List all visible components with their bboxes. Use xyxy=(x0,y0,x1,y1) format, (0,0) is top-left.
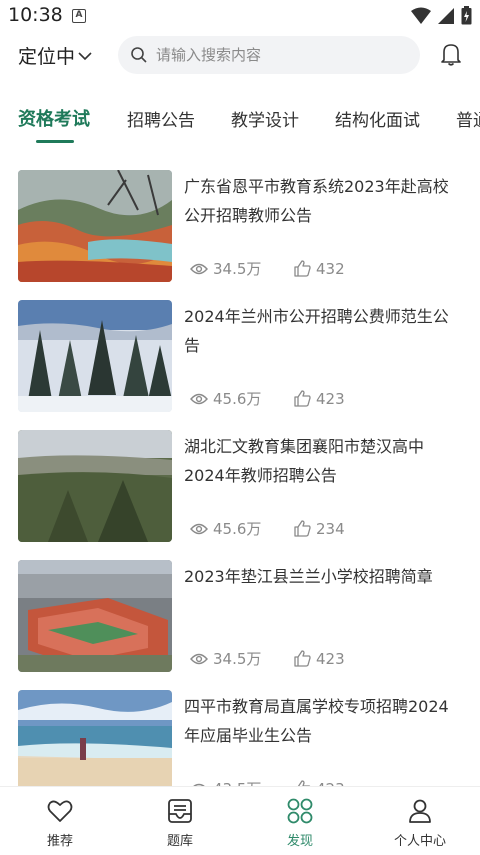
search-icon xyxy=(131,47,147,63)
nav-question-bank[interactable]: 题库 xyxy=(120,787,240,855)
article-title: 2024年兰州市公开招聘公费师范生公告 xyxy=(184,307,449,355)
likes-count[interactable]: 234 xyxy=(294,520,345,538)
eye-icon xyxy=(190,523,208,534)
likes-count[interactable]: 423 xyxy=(294,390,345,408)
views-value: 45.6万 xyxy=(213,520,262,538)
nav-label: 个人中心 xyxy=(393,834,446,849)
chevron-down-icon xyxy=(78,51,92,60)
article-thumbnail xyxy=(18,300,172,412)
user-icon xyxy=(409,799,431,823)
tab-recruitment[interactable]: 招聘公告 xyxy=(127,106,195,131)
thumbs-up-icon xyxy=(294,260,311,277)
bottom-navigation: 推荐 题库 发现 个人中心 xyxy=(0,786,480,854)
likes-value: 423 xyxy=(316,649,345,668)
thumbs-up-icon xyxy=(294,650,311,667)
tab-general[interactable]: 普通 xyxy=(456,106,480,131)
eye-icon xyxy=(190,393,208,404)
article-meta: 45.6万 234 xyxy=(190,518,345,539)
thumbs-up-icon xyxy=(294,390,311,407)
likes-value: 234 xyxy=(316,519,345,538)
status-bar: 10:38 A xyxy=(0,0,480,32)
article-title: 广东省恩平市教育系统2023年赴高校公开招聘教师公告 xyxy=(184,177,449,225)
tab-qualification-exam[interactable]: 资格考试 xyxy=(18,105,90,131)
eye-icon xyxy=(190,263,208,274)
views-count: 45.6万 xyxy=(190,518,294,539)
nav-profile[interactable]: 个人中心 xyxy=(360,787,480,855)
tab-structured-interview[interactable]: 结构化面试 xyxy=(335,106,420,131)
nav-discover[interactable]: 发现 xyxy=(240,787,360,855)
article-title: 湖北汇文教育集团襄阳市楚汉高中2024年教师招聘公告 xyxy=(184,437,425,485)
wifi-icon xyxy=(411,7,431,24)
views-count: 45.6万 xyxy=(190,388,294,409)
article-title: 2023年垫江县兰兰小学校招聘简章 xyxy=(184,567,433,586)
nav-label: 发现 xyxy=(286,834,313,849)
eye-icon xyxy=(190,653,208,664)
article-meta: 34.5万 423 xyxy=(190,648,345,669)
tab-active-indicator xyxy=(36,140,74,143)
likes-value: 423 xyxy=(316,389,345,408)
nav-label: 推荐 xyxy=(46,834,73,849)
notification-button[interactable] xyxy=(440,42,462,70)
views-value: 34.5万 xyxy=(213,260,262,278)
list-item[interactable]: 2024年兰州市公开招聘公费师范生公告 45.6万 423 xyxy=(18,300,462,412)
system-icons xyxy=(411,6,472,25)
list-item[interactable]: 2023年垫江县兰兰小学校招聘简章 34.5万 423 xyxy=(18,560,462,672)
article-meta: 34.5万 432 xyxy=(190,258,345,279)
grid-circles-icon xyxy=(287,798,313,824)
signal-icon xyxy=(438,7,454,24)
list-item[interactable]: 湖北汇文教育集团襄阳市楚汉高中2024年教师招聘公告 45.6万 234 xyxy=(18,430,462,542)
inbox-icon xyxy=(168,799,192,823)
location-label: 定位中 xyxy=(18,46,76,68)
category-tabs: 资格考试 招聘公告 教学设计 结构化面试 普通 xyxy=(0,96,480,148)
nav-recommend[interactable]: 推荐 xyxy=(0,787,120,855)
list-item[interactable]: 广东省恩平市教育系统2023年赴高校公开招聘教师公告 34.5万 432 xyxy=(18,170,462,282)
nav-label: 题库 xyxy=(166,834,193,849)
likes-value: 432 xyxy=(316,259,345,278)
article-thumbnail xyxy=(18,560,172,672)
location-selector[interactable]: 定位中 xyxy=(18,42,93,69)
views-value: 34.5万 xyxy=(213,650,262,668)
article-meta: 45.6万 423 xyxy=(190,388,345,409)
article-thumbnail xyxy=(18,430,172,542)
heart-icon xyxy=(47,800,73,822)
likes-count[interactable]: 423 xyxy=(294,650,345,668)
battery-icon xyxy=(461,6,472,25)
tab-teaching-design[interactable]: 教学设计 xyxy=(231,106,299,131)
article-title: 四平市教育局直属学校专项招聘2024年应届毕业生公告 xyxy=(184,697,449,745)
views-count: 34.5万 xyxy=(190,258,294,279)
a-icon: A xyxy=(72,9,86,23)
top-bar: 定位中 xyxy=(0,32,480,78)
article-thumbnail xyxy=(18,170,172,282)
views-count: 34.5万 xyxy=(190,648,294,669)
likes-count[interactable]: 432 xyxy=(294,260,345,278)
bell-icon xyxy=(441,44,461,66)
search-input[interactable] xyxy=(156,46,396,64)
search-bar[interactable] xyxy=(118,36,420,74)
status-time: 10:38 xyxy=(8,4,63,26)
views-value: 45.6万 xyxy=(213,390,262,408)
thumbs-up-icon xyxy=(294,520,311,537)
